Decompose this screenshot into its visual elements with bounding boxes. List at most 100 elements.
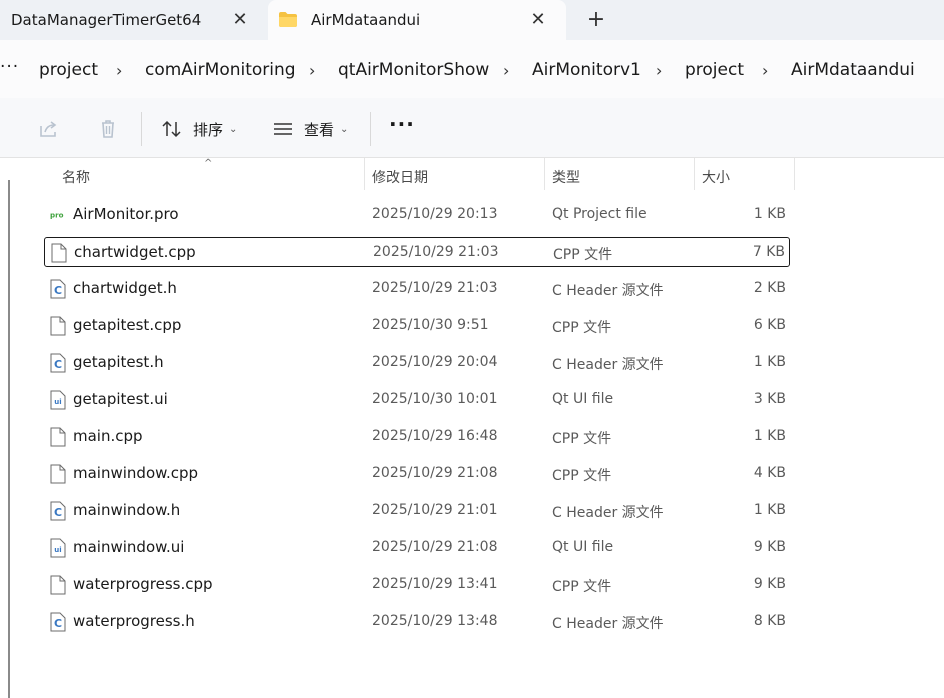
table-row[interactable]: Cgetapitest.h 2025/10/29 20:04 C Header 源文…	[44, 348, 790, 378]
file-modified: 2025/10/29 13:48	[372, 613, 498, 629]
file-type: Qt UI file	[552, 539, 614, 555]
sort-button[interactable]: 排序 ⌄	[161, 116, 237, 142]
file-name: waterprogress.cpp	[73, 575, 213, 593]
table-row[interactable]: getapitest.cpp 2025/10/30 9:51 CPP 文件 6 KB	[44, 311, 790, 341]
breadcrumb-item-project-2[interactable]: project	[685, 60, 744, 80]
file-type: CPP 文件	[553, 247, 613, 263]
view-button[interactable]: 查看 ⌄	[272, 116, 348, 142]
tab-strip: DataManagerTimerGet64 ✕ AirMdataandui ✕ …	[0, 0, 944, 40]
breadcrumb-item-qtairmonitorshow[interactable]: qtAirMonitorShow	[338, 60, 489, 80]
table-row[interactable]: waterprogress.cpp 2025/10/29 13:41 CPP 文件 9…	[44, 570, 790, 600]
file-modified: 2025/10/29 21:01	[372, 502, 498, 518]
tab-label: AirMdataandui	[311, 11, 421, 29]
file-type: CPP 文件	[552, 468, 612, 484]
close-icon[interactable]: ✕	[230, 10, 250, 30]
column-divider[interactable]	[794, 158, 795, 190]
tab-airmdataandui[interactable]: AirMdataandui ✕	[268, 0, 566, 40]
column-divider[interactable]	[364, 158, 365, 190]
file-name: mainwindow.ui	[73, 538, 185, 556]
file-type: Qt UI file	[552, 391, 614, 407]
table-row[interactable]: Cwaterprogress.h 2025/10/29 13:48 C Header…	[44, 607, 790, 637]
file-size: 2 KB	[753, 280, 786, 296]
view-label: 查看	[304, 120, 335, 139]
file-type: C Header 源文件	[552, 616, 664, 632]
file-icon	[50, 575, 66, 595]
file-modified: 2025/10/30 9:51	[372, 317, 489, 333]
table-row[interactable]: chartwidget.cpp 2025/10/29 21:03 CPP 文件 7 K…	[44, 237, 790, 267]
file-name: getapitest.cpp	[73, 316, 182, 334]
file-modified: 2025/10/29 16:48	[372, 428, 498, 444]
table-row[interactable]: mainwindow.cpp 2025/10/29 21:08 CPP 文件 4 KB	[44, 459, 790, 489]
svg-text:C: C	[54, 506, 62, 519]
delete-icon[interactable]	[97, 118, 119, 140]
file-modified: 2025/10/29 21:08	[372, 465, 498, 481]
column-header-name[interactable]: 名称	[62, 167, 90, 187]
file-icon	[50, 464, 66, 484]
file-name: main.cpp	[73, 427, 143, 445]
table-row[interactable]: ui mainwindow.ui 2025/10/29 21:08 Qt UI fil…	[44, 533, 790, 563]
command-bar: 排序 ⌄ 查看 ⌄ ···	[0, 98, 944, 158]
new-tab-icon[interactable]: +	[584, 8, 608, 32]
file-list: ^ 名称 修改日期 类型 大小 pro AirMonitor.pro 2025/10…	[0, 158, 944, 698]
column-header-row: ^ 名称 修改日期 类型 大小	[0, 158, 944, 194]
file-modified: 2025/10/29 13:41	[372, 576, 498, 592]
file-size: 6 KB	[753, 317, 786, 333]
column-header-size[interactable]: 大小	[702, 167, 730, 187]
chevron-right-icon[interactable]: ›	[656, 61, 662, 80]
file-size: 1 KB	[753, 428, 786, 444]
chevron-right-icon[interactable]: ›	[116, 61, 122, 80]
close-icon[interactable]: ✕	[528, 10, 548, 30]
chevron-right-icon[interactable]: ›	[309, 61, 315, 80]
file-modified: 2025/10/29 21:08	[372, 539, 498, 555]
file-type: C Header 源文件	[552, 505, 664, 521]
breadcrumb-item-project[interactable]: project	[39, 60, 98, 80]
svg-text:pro: pro	[50, 211, 64, 220]
c-header-file-icon: C	[50, 501, 66, 521]
ui-file-icon: ui	[50, 538, 66, 558]
table-row[interactable]: ui getapitest.ui 2025/10/30 10:01 Qt UI fil…	[44, 385, 790, 415]
more-options-button[interactable]: ···	[389, 112, 415, 136]
c-header-file-icon: C	[50, 612, 66, 632]
svg-text:ui: ui	[54, 398, 61, 406]
toolbar-divider	[370, 112, 371, 146]
breadcrumb-item-airmdataandui[interactable]: AirMdataandui	[791, 60, 915, 80]
chevron-down-icon: ⌄	[340, 123, 349, 135]
file-name: getapitest.h	[73, 353, 164, 371]
file-modified: 2025/10/29 20:04	[372, 354, 498, 370]
pro-file-icon: pro	[50, 211, 64, 220]
sort-label: 排序	[193, 120, 224, 139]
file-type: CPP 文件	[552, 431, 612, 447]
table-row[interactable]: pro AirMonitor.pro 2025/10/29 20:13 Qt Proj…	[44, 200, 790, 230]
c-header-file-icon: C	[50, 353, 66, 373]
share-icon[interactable]	[37, 118, 59, 140]
breadcrumb-item-airmonitorv1[interactable]: AirMonitorv1	[532, 60, 641, 80]
file-icon	[50, 427, 66, 447]
breadcrumb-item-comairmonitoring[interactable]: comAirMonitoring	[145, 60, 296, 80]
column-header-type[interactable]: 类型	[552, 167, 580, 187]
table-row[interactable]: Cmainwindow.h 2025/10/29 21:01 C Header 源文…	[44, 496, 790, 526]
breadcrumb: ··· project › comAirMonitoring › qtAirMo…	[0, 40, 944, 98]
file-modified: 2025/10/30 10:01	[372, 391, 498, 407]
file-name: AirMonitor.pro	[73, 205, 179, 223]
svg-text:C: C	[54, 617, 62, 630]
chevron-right-icon[interactable]: ›	[503, 61, 509, 80]
tab-datamanagertimerget64[interactable]: DataManagerTimerGet64 ✕	[0, 0, 266, 40]
file-size: 9 KB	[753, 539, 786, 555]
scrollbar[interactable]	[8, 180, 10, 698]
column-divider[interactable]	[694, 158, 695, 190]
column-header-modified[interactable]: 修改日期	[372, 167, 428, 187]
file-size: 7 KB	[752, 244, 785, 260]
table-row[interactable]: main.cpp 2025/10/29 16:48 CPP 文件 1 KB	[44, 422, 790, 452]
chevron-right-icon[interactable]: ›	[762, 61, 768, 80]
file-name: mainwindow.h	[73, 501, 181, 519]
table-row[interactable]: Cchartwidget.h 2025/10/29 21:03 C Header 源…	[44, 274, 790, 304]
file-size: 8 KB	[753, 613, 786, 629]
file-size: 1 KB	[753, 502, 786, 518]
breadcrumb-overflow-button[interactable]: ···	[0, 57, 19, 77]
folder-icon	[279, 12, 297, 27]
file-modified: 2025/10/29 21:03	[372, 280, 498, 296]
column-divider[interactable]	[544, 158, 545, 190]
file-name: getapitest.ui	[73, 390, 168, 408]
file-type: C Header 源文件	[552, 357, 664, 373]
file-name: waterprogress.h	[73, 612, 195, 630]
